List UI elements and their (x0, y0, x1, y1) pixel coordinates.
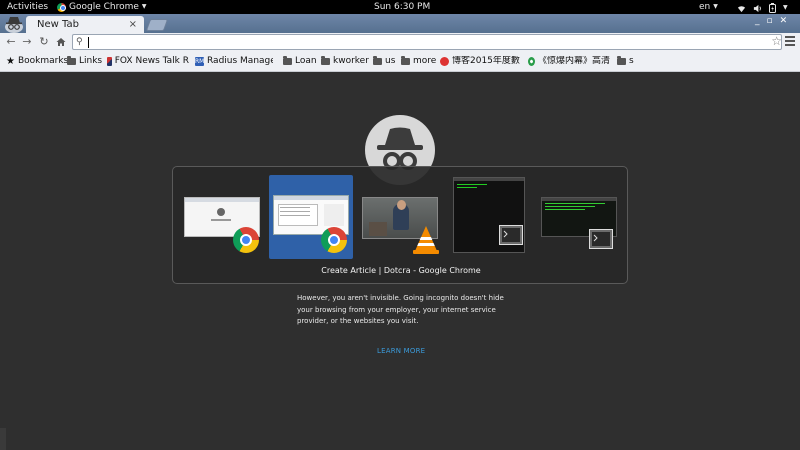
chrome-icon (233, 227, 259, 253)
bookmark-item-blog[interactable]: 博客2015年度數 (440, 56, 520, 67)
corner-handle (0, 428, 6, 450)
fox-favicon (107, 57, 112, 66)
bookmark-label: Links (79, 56, 103, 66)
minimize-icon[interactable]: _ (755, 16, 760, 26)
gnome-top-bar: Activities Google Chrome ▼ Sun 6:30 PM e… (0, 0, 800, 14)
bookmark-item-us[interactable]: us (373, 56, 395, 67)
chevron-down-icon: ▼ (713, 3, 718, 10)
chevron-down-icon: ▼ (783, 4, 788, 11)
bookmark-item-movie[interactable]: 《惊爆内幕》高清 (528, 56, 610, 67)
home-icon[interactable] (54, 34, 68, 52)
app-menu[interactable]: Google Chrome ▼ (57, 0, 147, 14)
window-controls: _ ▫ ✕ (755, 16, 787, 26)
omnibox[interactable]: ⚲ ☆ (72, 34, 782, 50)
screen: Activities Google Chrome ▼ Sun 6:30 PM e… (0, 0, 800, 450)
bookmark-label: more (413, 56, 437, 66)
bookmark-label: 《惊爆内幕》高清 (537, 56, 610, 66)
window-switcher: Create Article | Dotcra - Google Chrome (172, 166, 628, 284)
language-label: en (699, 2, 711, 12)
switcher-window-title: Create Article | Dotcra - Google Chrome (321, 266, 481, 275)
chrome-menu-icon[interactable] (785, 36, 795, 48)
bookmark-item-links[interactable]: Links (67, 56, 102, 67)
battery-icon (769, 3, 776, 13)
browser-toolbar: ← → ↻ ⚲ ☆ (0, 33, 800, 52)
folder-icon (373, 56, 382, 65)
close-icon[interactable]: × (129, 16, 137, 33)
incognito-page: Create Article | Dotcra - Google Chrome … (0, 72, 800, 450)
system-status-area[interactable]: ▼ (737, 1, 788, 15)
search-icon: ⚲ (76, 37, 83, 47)
tab-label: New Tab (37, 19, 79, 30)
bookmark-label: 博客2015年度數 (452, 56, 520, 66)
close-window-icon[interactable]: ✕ (780, 16, 788, 26)
wifi-icon (737, 5, 746, 12)
clock[interactable]: Sun 6:30 PM (374, 0, 430, 14)
bookmark-item-kworker[interactable]: kworker (321, 56, 369, 67)
vlc-icon (413, 226, 439, 254)
chevron-down-icon: ▼ (141, 3, 147, 10)
bookmark-item-s[interactable]: s (617, 56, 634, 67)
blog-favicon (440, 57, 449, 66)
switcher-window-3[interactable] (359, 175, 441, 255)
bookmark-label: us (385, 56, 396, 66)
star-icon: ★ (6, 56, 15, 67)
folder-icon (67, 56, 76, 65)
bookmark-label: s (629, 56, 634, 66)
new-tab-button[interactable] (145, 19, 169, 31)
bookmark-item-loan[interactable]: Loan (283, 56, 317, 67)
switcher-window-1[interactable] (181, 175, 263, 255)
terminal-icon (499, 225, 523, 245)
rm-favicon: RM (195, 57, 205, 66)
bookmark-item-bookmarks[interactable]: ★ Bookmarks (6, 56, 68, 67)
forward-arrow-icon[interactable]: → (20, 34, 34, 50)
chrome-icon (321, 227, 347, 253)
bookmark-item-radius-manager[interactable]: RM Radius Manager (195, 56, 273, 67)
maximize-icon[interactable]: ▫ (767, 16, 773, 26)
switcher-window-4[interactable] (453, 177, 525, 253)
volume-icon (753, 4, 761, 12)
bookmark-star-icon[interactable]: ☆ (771, 34, 782, 48)
bookmark-label: kworker (333, 56, 369, 66)
bookmark-label: FOX News Talk R (114, 56, 189, 66)
folder-icon (617, 56, 626, 65)
switcher-window-5[interactable] (539, 175, 621, 255)
bookmark-item-fox-news[interactable]: FOX News Talk R (107, 56, 189, 67)
terminal-icon (589, 229, 613, 249)
tab-strip: New Tab × _ ▫ ✕ (0, 14, 800, 33)
bookmark-label: Loan (295, 56, 317, 66)
app-menu-label: Google Chrome (69, 2, 139, 12)
back-arrow-icon[interactable]: ← (4, 34, 18, 50)
activities-button[interactable]: Activities (7, 0, 48, 14)
folder-icon (401, 56, 410, 65)
learn-more-link[interactable]: LEARN MORE (377, 347, 425, 355)
folder-icon (321, 56, 330, 65)
movie-favicon (528, 57, 535, 66)
tab-new-tab[interactable]: New Tab × (26, 16, 144, 33)
chrome-icon (57, 2, 66, 12)
folder-icon (283, 56, 292, 65)
text-cursor (88, 37, 89, 48)
reload-icon[interactable]: ↻ (37, 34, 51, 50)
incognito-message: However, you aren't invisible. Going inc… (297, 294, 504, 325)
bookmark-label: Bookmarks (17, 56, 69, 66)
bookmark-item-more[interactable]: more (401, 56, 436, 67)
switcher-window-2-selected[interactable] (269, 175, 353, 259)
incognito-icon (5, 17, 23, 33)
language-indicator[interactable]: en ▼ (699, 0, 718, 14)
bookmarks-bar: ★ Bookmarks Links FOX News Talk R RM Rad… (0, 52, 800, 72)
bookmark-label: Radius Manager (207, 56, 273, 66)
